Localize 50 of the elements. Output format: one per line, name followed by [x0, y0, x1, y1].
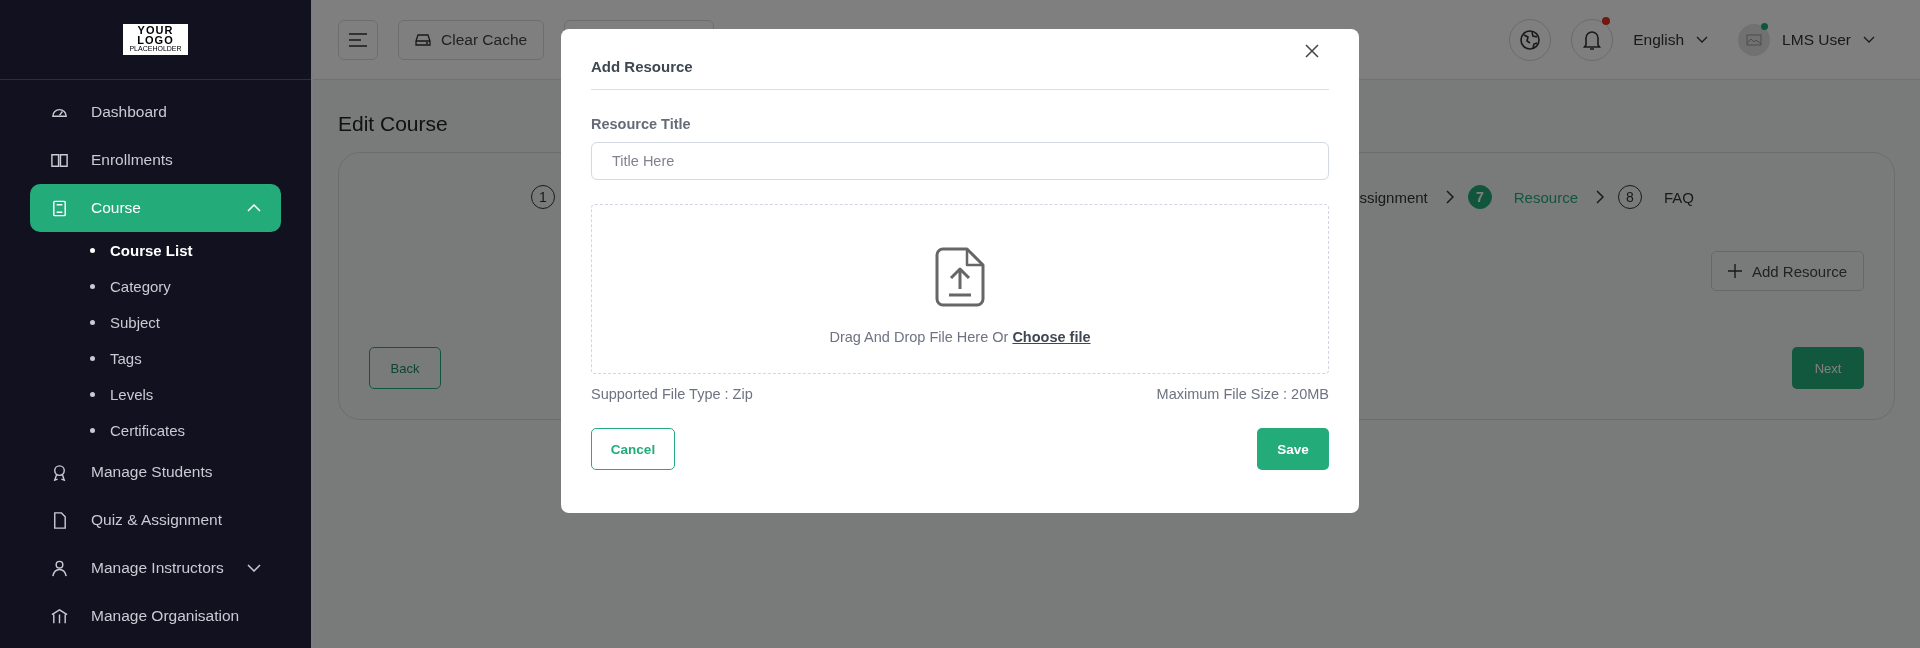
avatar[interactable] [1738, 23, 1771, 56]
max-size-note: Maximum File Size : 20MB [1156, 386, 1329, 402]
sidebar-item[interactable]: Manage Instructors [30, 544, 281, 592]
clear-cache-button[interactable]: Clear Cache [398, 19, 545, 60]
back-button[interactable]: Back [369, 347, 441, 389]
sidebar-item[interactable]: Quiz & Assignment [30, 496, 281, 544]
dialog-title: Add Resource [591, 58, 693, 75]
submenu-item[interactable]: Subject [0, 304, 311, 340]
cancel-button[interactable]: Cancel [591, 428, 675, 470]
save-button[interactable]: Save [1257, 428, 1329, 470]
field-label: Resource Title [591, 116, 692, 132]
drop-instruction: Drag And Drop File Here Or [829, 329, 1009, 345]
menu-icon [348, 31, 368, 48]
supported-type-note: Supported File Type : Zip [591, 386, 753, 402]
submenu-item[interactable]: Category [0, 268, 311, 304]
close-icon[interactable] [1305, 44, 1319, 58]
person-icon [50, 558, 69, 578]
submenu-item[interactable]: Levels [0, 376, 311, 412]
chevron-down-icon [1863, 36, 1875, 43]
step-label[interactable]: ssignment [1359, 188, 1428, 206]
sidebar-item[interactable]: Manage Organisation [30, 592, 281, 640]
image-icon [1746, 33, 1763, 46]
sidebar-item[interactable]: Course [30, 184, 281, 232]
submenu-item[interactable]: Tags [0, 340, 311, 376]
page-title: Edit Course [338, 112, 448, 136]
submenu-item[interactable]: Certificates [0, 412, 311, 448]
language-dropdown[interactable]: English [1633, 30, 1709, 49]
file-drop-zone[interactable]: Drag And Drop File Here Or Choose file [591, 204, 1329, 374]
title-input[interactable]: Title Here [591, 142, 1329, 180]
drive-icon [415, 33, 431, 46]
book-icon [50, 198, 69, 218]
chevron-down-icon [1696, 36, 1709, 43]
sidebar-item[interactable]: Manage Students [30, 448, 281, 496]
chevron-right-icon [1596, 190, 1604, 204]
chevron-right-icon [1445, 190, 1454, 204]
globe-icon [1519, 28, 1542, 51]
bell-icon [1582, 28, 1603, 51]
user-dropdown[interactable]: LMS User [1782, 30, 1875, 49]
submenu-item[interactable]: Course List [0, 232, 311, 268]
step-label[interactable]: FAQ [1664, 188, 1694, 206]
plus-icon [1727, 264, 1742, 278]
columns-building-icon [50, 606, 69, 626]
chevron-up-icon [247, 204, 261, 212]
sidebar-item[interactable]: Dashboard [30, 88, 281, 136]
add-resource-button[interactable]: Add Resource [1710, 251, 1864, 291]
file-upload-icon [935, 247, 985, 307]
choose-file-link[interactable]: Choose file [1012, 329, 1091, 345]
chevron-down-icon [247, 564, 261, 572]
menu-button[interactable] [338, 19, 378, 60]
sidebar-item[interactable]: Enrollments [30, 136, 281, 184]
